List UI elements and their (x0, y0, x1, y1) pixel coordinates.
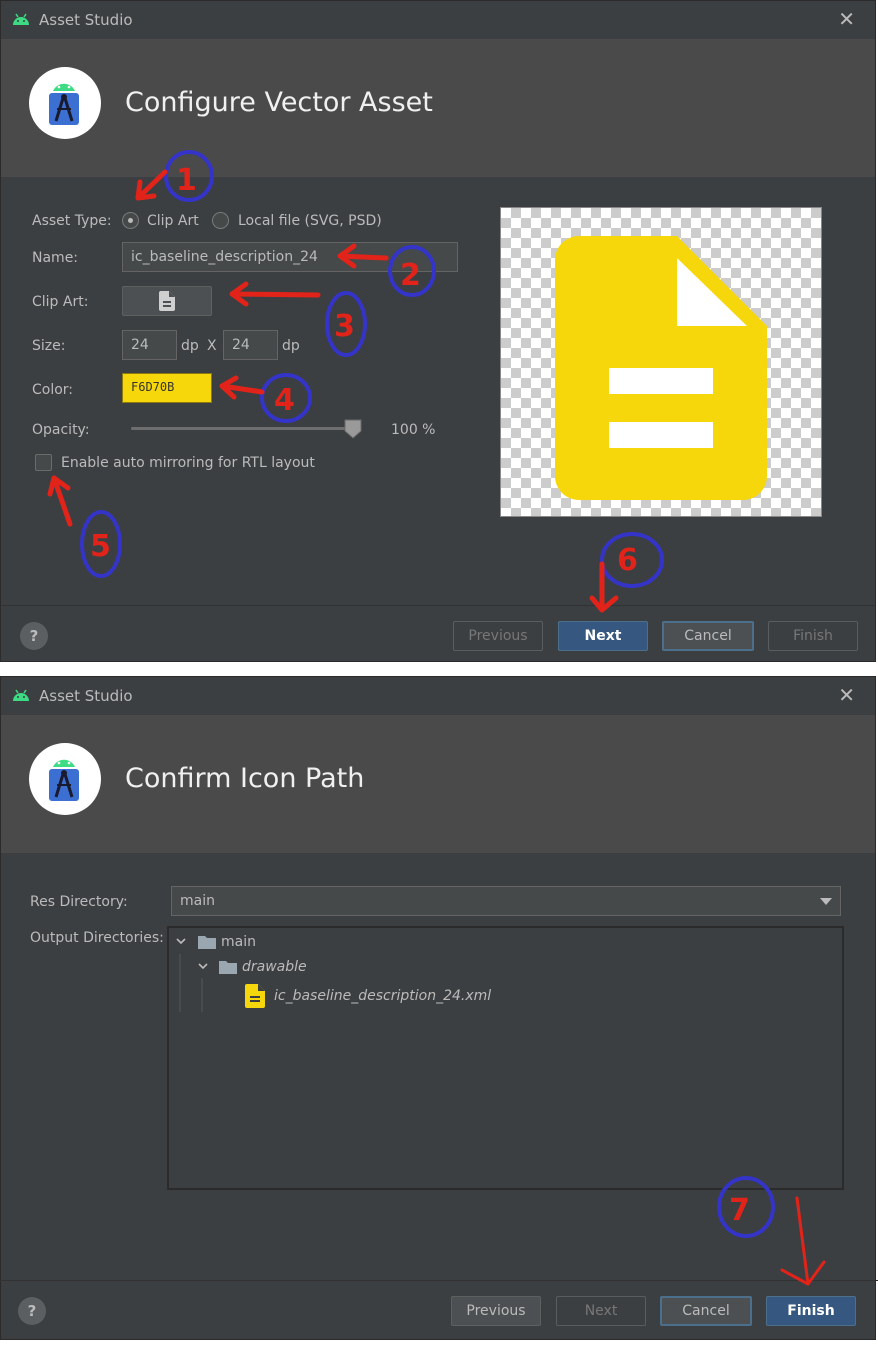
cancel-button[interactable]: Cancel (662, 621, 754, 651)
res-directory-value: main (180, 893, 215, 909)
chevron-down-icon (198, 963, 208, 970)
finish-button[interactable]: Finish (766, 1296, 856, 1326)
chevron-down-icon (176, 938, 186, 945)
radio-local-file-label[interactable]: Local file (SVG, PSD) (238, 213, 382, 229)
title-bar: Asset Studio ✕ (1, 677, 875, 715)
radio-clip-art[interactable] (122, 212, 139, 229)
size-height-unit: dp (282, 338, 300, 354)
next-button[interactable]: Next (558, 621, 648, 651)
close-icon[interactable]: ✕ (838, 7, 855, 31)
android-studio-logo (29, 743, 101, 815)
asset-studio-dialog-configure: Asset Studio ✕ Configure Vector Asset As… (0, 0, 876, 662)
android-icon (13, 689, 29, 701)
help-button[interactable]: ? (18, 1297, 46, 1325)
footer-divider (1, 605, 875, 606)
header-banner: Confirm Icon Path (1, 715, 875, 853)
folder-icon (219, 961, 237, 974)
name-input[interactable]: ic_baseline_description_24 (122, 242, 458, 272)
opacity-label: Opacity: (32, 422, 90, 438)
res-directory-label: Res Directory: (30, 894, 128, 910)
opacity-slider-thumb[interactable] (344, 419, 362, 439)
previous-button[interactable]: Previous (453, 621, 543, 651)
size-separator: X (207, 338, 217, 354)
opacity-value: 100 % (391, 422, 436, 438)
next-button[interactable]: Next (556, 1296, 646, 1326)
size-width-unit: dp (181, 338, 199, 354)
radio-local-file[interactable] (212, 212, 229, 229)
cancel-button[interactable]: Cancel (660, 1296, 752, 1326)
close-icon[interactable]: ✕ (838, 683, 855, 707)
previous-button[interactable]: Previous (451, 1296, 541, 1326)
folder-icon (198, 936, 216, 949)
name-label: Name: (32, 250, 79, 266)
color-label: Color: (32, 382, 74, 398)
tree-item-label: ic_baseline_description_24.xml (274, 988, 492, 1004)
description-icon (245, 984, 265, 1008)
page-title: Configure Vector Asset (125, 87, 433, 118)
chevron-down-icon (820, 898, 832, 905)
output-directories-tree[interactable]: main drawable ic_baseline_description_24… (167, 926, 844, 1190)
clip-art-button[interactable] (122, 286, 212, 316)
auto-mirroring-label[interactable]: Enable auto mirroring for RTL layout (61, 455, 315, 471)
tree-item-main[interactable]: main (174, 932, 374, 954)
size-height-input[interactable]: 24 (223, 330, 278, 360)
size-label: Size: (32, 338, 66, 354)
description-icon (555, 236, 767, 500)
header-banner: Configure Vector Asset (1, 39, 875, 177)
res-directory-select[interactable]: main (171, 886, 841, 916)
asset-type-label: Asset Type: (32, 213, 112, 229)
title-bar: Asset Studio ✕ (1, 1, 875, 39)
tree-item-label: main (221, 934, 256, 950)
footer-divider (0, 1280, 878, 1281)
opacity-slider-track[interactable] (131, 427, 353, 430)
tree-item-file[interactable]: ic_baseline_description_24.xml (245, 984, 545, 1008)
tree-item-drawable[interactable]: drawable (196, 957, 396, 979)
android-icon (13, 13, 29, 25)
android-studio-logo (29, 67, 101, 139)
help-button[interactable]: ? (20, 622, 48, 650)
clip-art-label: Clip Art: (32, 294, 89, 310)
output-directories-label: Output Directories: (30, 930, 164, 946)
window-title: Asset Studio (39, 687, 133, 705)
window-title: Asset Studio (39, 11, 133, 29)
page-title: Confirm Icon Path (125, 763, 365, 794)
size-width-input[interactable]: 24 (122, 330, 177, 360)
icon-preview (500, 207, 822, 517)
radio-clip-art-label[interactable]: Clip Art (147, 213, 199, 229)
finish-button[interactable]: Finish (768, 621, 858, 651)
tree-item-label: drawable (242, 959, 307, 975)
description-icon (159, 291, 175, 311)
color-swatch-button[interactable]: F6D70B (122, 373, 212, 403)
auto-mirroring-checkbox[interactable] (35, 454, 52, 471)
